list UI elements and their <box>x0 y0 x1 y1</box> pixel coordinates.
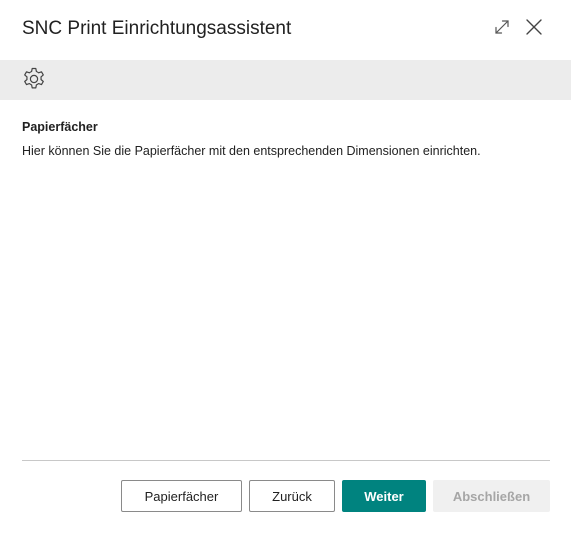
expand-button[interactable] <box>491 18 513 40</box>
section-title: Papierfächer <box>22 120 98 134</box>
finish-button: Abschließen <box>433 480 550 512</box>
papierfaecher-button[interactable]: Papierfächer <box>121 480 242 512</box>
expand-icon <box>493 18 511 41</box>
footer-divider <box>22 460 550 461</box>
dialog-title: SNC Print Einrichtungsassistent <box>22 18 292 39</box>
action-toolbar <box>0 60 571 100</box>
close-button[interactable] <box>523 18 545 40</box>
settings-button[interactable] <box>21 66 47 97</box>
back-button[interactable]: Zurück <box>249 480 335 512</box>
section-description: Hier können Sie die Papierfächer mit den… <box>22 144 481 158</box>
close-icon <box>525 18 543 41</box>
dialog-header: SNC Print Einrichtungsassistent <box>0 0 571 60</box>
wizard-content: Papierfächer Hier können Sie die Papierf… <box>22 120 552 158</box>
next-button[interactable]: Weiter <box>342 480 426 512</box>
gear-icon <box>21 66 47 97</box>
